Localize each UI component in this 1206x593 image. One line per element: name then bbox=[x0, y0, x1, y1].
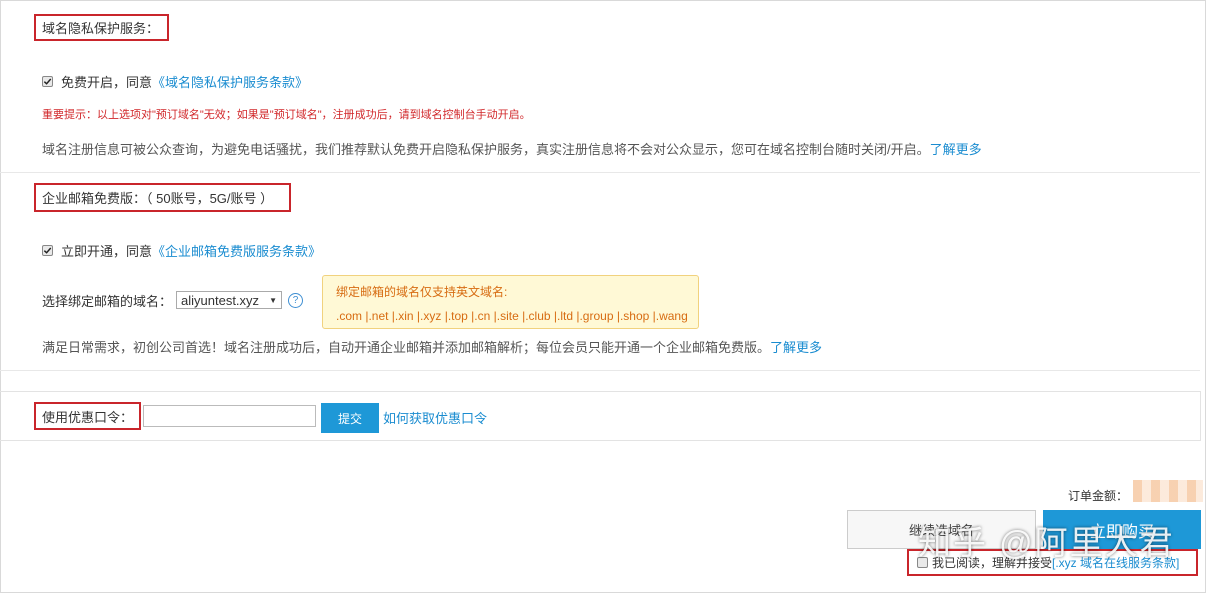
check-icon bbox=[43, 247, 52, 254]
privacy-warning: 重要提示：以上选项对"预订域名"无效；如果是"预订域名"，注册成功后，请到域名控… bbox=[42, 109, 531, 121]
email-checkbox[interactable] bbox=[42, 244, 53, 256]
email-terms-link[interactable]: 《企业邮箱免费版服务条款》 bbox=[152, 241, 321, 260]
privacy-description: 域名注册信息可被公众查询，为避免电话骚扰，我们推荐默认免费开启隐私保护服务，真实… bbox=[42, 141, 930, 157]
coupon-input[interactable] bbox=[143, 405, 316, 427]
privacy-checkbox-label: 免费开启，同意 bbox=[61, 74, 153, 90]
domain-select-value: aliyuntest.xyz bbox=[181, 292, 260, 308]
dropdown-arrow-icon: ▼ bbox=[269, 295, 278, 305]
submit-button[interactable]: 提交 bbox=[321, 403, 379, 433]
email-checkbox-label: 立即开通，同意 bbox=[61, 243, 153, 259]
order-amount-value bbox=[1133, 480, 1203, 502]
agreement-text: 我已阅读，理解并接受 bbox=[932, 556, 1053, 570]
privacy-checkbox[interactable] bbox=[42, 75, 53, 87]
help-icon[interactable]: ? bbox=[288, 292, 304, 308]
coupon-label: 使用优惠口令： bbox=[34, 402, 141, 430]
privacy-terms-link[interactable]: 《域名隐私保护服务条款》 bbox=[152, 72, 308, 91]
buy-now-button[interactable]: 立即购买 bbox=[1043, 510, 1201, 549]
check-icon bbox=[43, 78, 52, 85]
privacy-learn-more-link[interactable]: 了解更多 bbox=[930, 139, 982, 158]
email-title: 企业邮箱免费版：（ 50账号，5G/账号 ） bbox=[34, 183, 291, 212]
tooltip-line-1: 绑定邮箱的域名仅支持英文域名: bbox=[336, 285, 508, 299]
privacy-title: 域名隐私保护服务： bbox=[34, 14, 169, 41]
continue-select-domain-button[interactable]: 继续选域名 bbox=[847, 510, 1036, 549]
domain-tooltip: 绑定邮箱的域名仅支持英文域名: .com |.net |.xin |.xyz |… bbox=[322, 275, 699, 329]
tooltip-line-2: .com |.net |.xin |.xyz |.top |.cn |.site… bbox=[336, 309, 688, 323]
domain-select[interactable]: aliyuntest.xyz ▼ bbox=[176, 291, 283, 309]
email-description: 满足日常需求，初创公司首选！域名注册成功后，自动开通企业邮箱并添加邮箱解析；每位… bbox=[42, 339, 771, 355]
email-learn-more-link[interactable]: 了解更多 bbox=[770, 337, 822, 356]
coupon-how-to-link[interactable]: 如何获取优惠口令 bbox=[383, 408, 487, 426]
agreement-box: 我已阅读，理解并接受 [.xyz 域名在线服务条款] bbox=[907, 549, 1198, 576]
agreement-checkbox[interactable] bbox=[917, 557, 928, 568]
agreement-terms-link[interactable]: [.xyz 域名在线服务条款] bbox=[1052, 554, 1179, 571]
domain-select-label: 选择绑定邮箱的域名： bbox=[42, 293, 173, 309]
order-amount-label: 订单金额： bbox=[1068, 488, 1129, 503]
